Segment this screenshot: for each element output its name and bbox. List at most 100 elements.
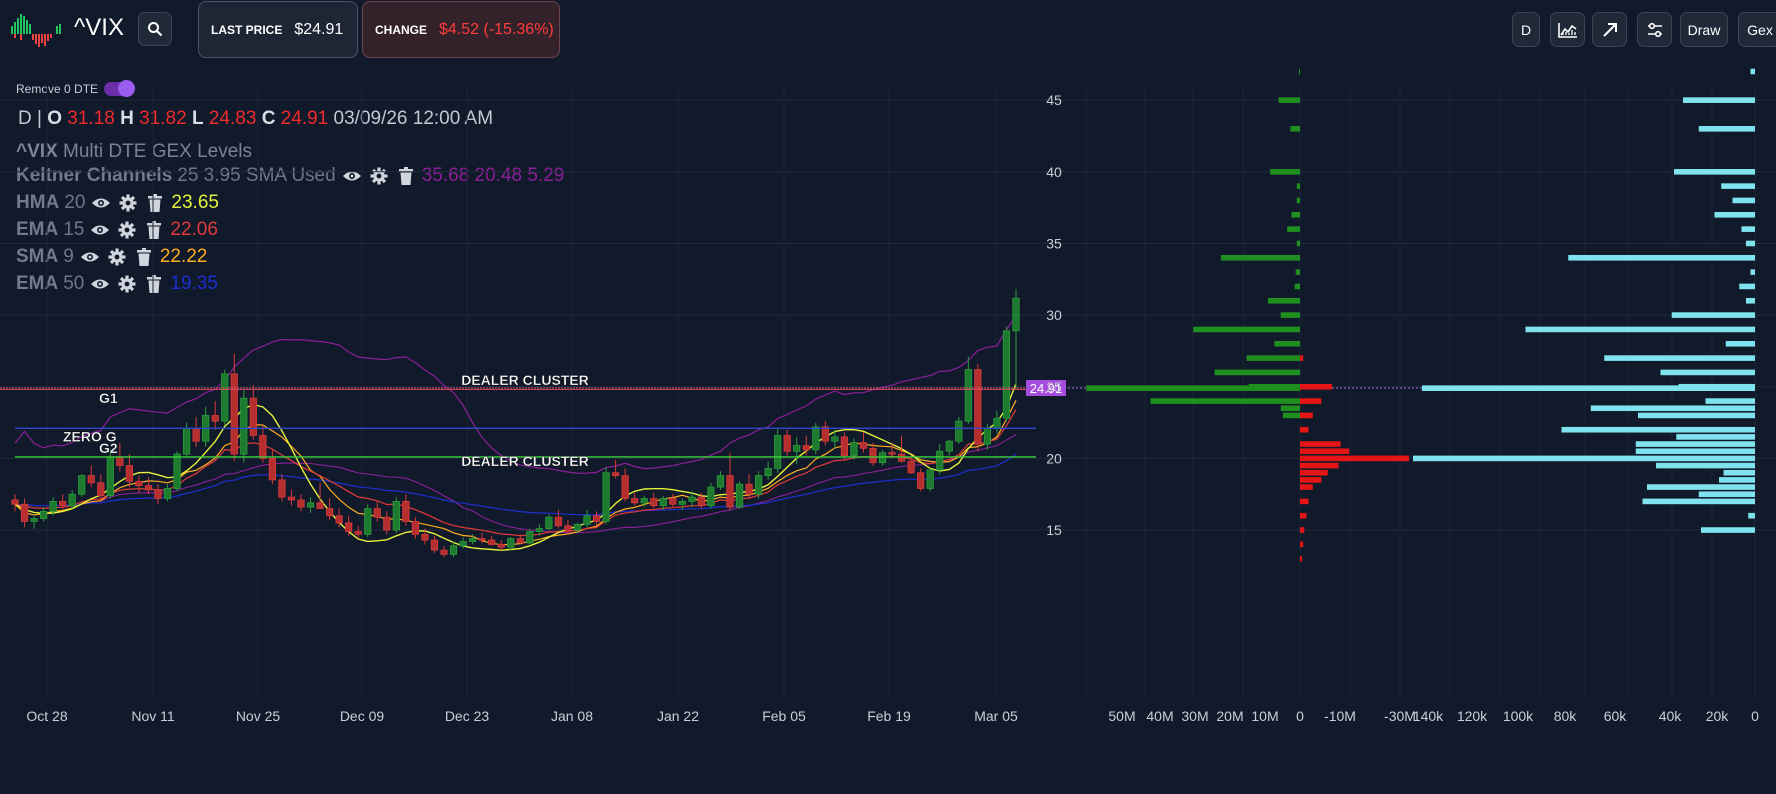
candle [287, 496, 296, 501]
candle [49, 500, 57, 512]
draw-button[interactable]: Draw [1680, 12, 1728, 47]
gex-bar [1220, 254, 1300, 261]
candle [878, 452, 887, 464]
gex-bar [1300, 527, 1305, 533]
gex-bar [1282, 412, 1300, 419]
gex-bar [1150, 398, 1300, 404]
candle [449, 545, 458, 555]
gex-bar [1291, 211, 1300, 218]
gex-bar [1300, 462, 1339, 469]
interval-button[interactable]: D [1512, 12, 1540, 47]
gex-bar [1300, 383, 1333, 390]
gex-bar [1300, 484, 1313, 490]
gex-button[interactable]: Gex [1738, 12, 1776, 47]
candle [364, 508, 372, 535]
candle [468, 538, 477, 542]
candle [898, 453, 906, 462]
chart-type-button[interactable] [1550, 12, 1585, 47]
x-axis-tick: Dec 23 [445, 708, 490, 724]
candle [983, 427, 992, 445]
search-icon [148, 22, 163, 37]
candle [697, 496, 706, 507]
gex-cyan-bars [1413, 68, 1755, 533]
candle [612, 472, 620, 476]
trend-line-tool-button[interactable] [1592, 12, 1627, 47]
gex-x-tick: 10M [1251, 708, 1278, 724]
candle [68, 493, 76, 507]
x-axis-tick: Dec 09 [340, 708, 385, 724]
x-axis-tick: Oct 28 [26, 708, 67, 724]
candle [1002, 330, 1011, 419]
candle [154, 489, 162, 499]
gex-x-tick: 0 [1751, 708, 1759, 724]
gex-x-tick: 120k [1457, 708, 1488, 724]
gex-x-tick: 20k [1706, 708, 1730, 724]
gex-bar [1714, 211, 1755, 218]
gex-bar [1750, 68, 1755, 75]
gex-bar [1280, 312, 1300, 318]
gex-bar [1274, 340, 1300, 347]
candle [859, 442, 868, 449]
candle [230, 373, 238, 455]
candle [621, 475, 629, 499]
candle [793, 445, 801, 452]
candle [516, 538, 524, 544]
gex-bar [1723, 469, 1755, 476]
candle [755, 475, 763, 495]
candle [545, 516, 553, 530]
x-axis-tick: Feb 19 [867, 708, 911, 724]
last-price-label: LAST PRICE [211, 22, 283, 37]
dealer-cluster-lower-label: DEALER CLUSTER [461, 453, 589, 469]
candle [497, 543, 505, 548]
candle [850, 442, 858, 456]
gex-x-tick: 20M [1216, 708, 1243, 724]
x-axis-tick: Nov 25 [236, 708, 281, 724]
candle [974, 369, 982, 445]
x-axis-tick: Jan 08 [551, 708, 593, 724]
x-axis-tick: Jan 22 [657, 708, 699, 724]
candle [716, 475, 725, 488]
candle [955, 420, 963, 442]
gex-bar [1300, 477, 1322, 483]
candle [745, 483, 753, 495]
candle [240, 397, 248, 455]
gex-x-tick: -10M [1324, 708, 1356, 724]
gex-bar [1746, 297, 1755, 304]
gex-bar [1300, 455, 1409, 462]
candle [135, 480, 143, 487]
gex-bar [1635, 448, 1755, 455]
candle [440, 549, 448, 555]
candle [764, 468, 772, 476]
candle [221, 373, 229, 422]
candle [926, 469, 934, 489]
gex-bar [1280, 405, 1300, 412]
change-label: CHANGE [375, 22, 428, 37]
candle [106, 456, 114, 497]
gex-bar [1698, 491, 1755, 498]
gex-x-tick: 0 [1296, 708, 1304, 724]
candle [774, 435, 782, 469]
y-axis-tick: 30 [1046, 307, 1062, 323]
search-button[interactable] [138, 12, 172, 46]
gex-bar [1739, 283, 1755, 290]
gex-bar [1590, 405, 1755, 412]
price-chart[interactable]: DEALER CLUSTERG1ZERO GG2DEALER CLUSTER24… [0, 66, 1776, 794]
candle [907, 460, 915, 474]
gex-bar [1295, 269, 1300, 275]
candle [421, 533, 429, 541]
gex-bar [1290, 126, 1300, 132]
last-price-card: LAST PRICE $24.91 [198, 1, 358, 58]
candle [993, 417, 1001, 429]
y-axis-tick: 25 [1046, 379, 1062, 395]
gex-bar [1300, 448, 1350, 455]
gex-bar [1748, 512, 1755, 519]
app-logo-icon [8, 10, 64, 50]
gex-bar [1635, 441, 1755, 447]
candle [402, 500, 410, 522]
g2-label: G2 [99, 440, 118, 456]
settings-button[interactable] [1637, 12, 1672, 47]
candle [211, 415, 219, 422]
candle [573, 523, 582, 531]
candle [316, 502, 324, 509]
gex-bar [1298, 68, 1300, 75]
